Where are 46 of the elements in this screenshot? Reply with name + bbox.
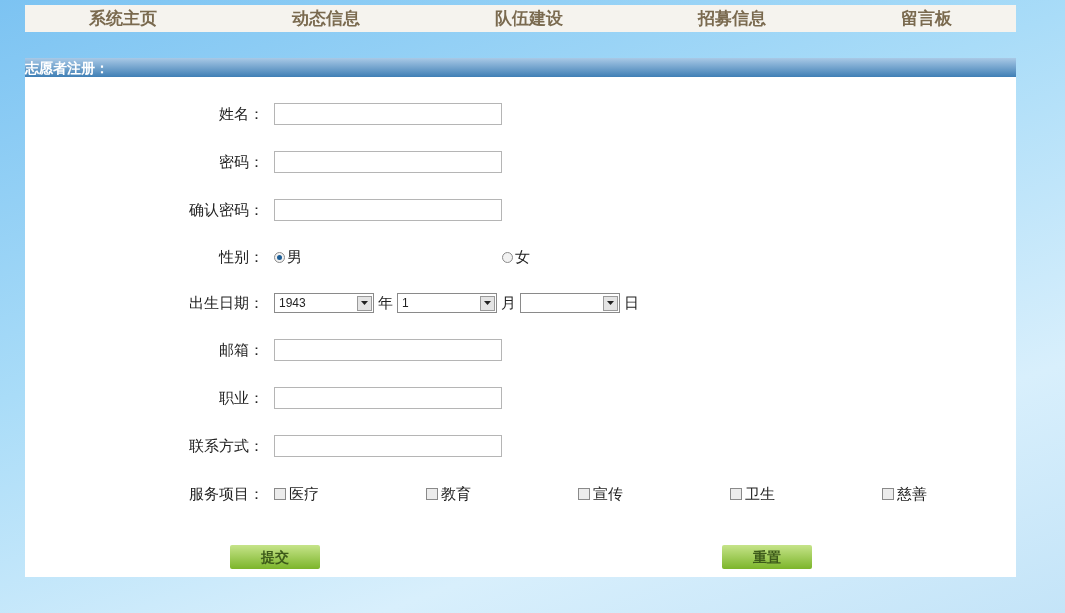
checkbox[interactable] xyxy=(426,488,438,500)
checkbox-label: 医疗 xyxy=(289,483,319,505)
nav-link[interactable]: 系统主页 xyxy=(89,5,157,32)
field-label: 确认密码： xyxy=(188,199,265,221)
form-button[interactable]: 重置 xyxy=(722,545,812,569)
nav-link[interactable]: 留言板 xyxy=(901,5,952,32)
text-field[interactable] xyxy=(274,199,502,221)
text-field[interactable] xyxy=(274,387,502,409)
nav-link[interactable]: 招募信息 xyxy=(698,5,766,32)
select-field[interactable]: 1 xyxy=(397,293,497,313)
section-title: 志愿者注册： xyxy=(25,60,109,75)
field-label: 性别： xyxy=(217,246,265,268)
radio-button[interactable] xyxy=(274,251,285,263)
caret-icon xyxy=(603,295,618,311)
field-label: 出生日期： xyxy=(188,292,265,314)
select-field[interactable] xyxy=(520,293,620,313)
form-button[interactable]: 提交 xyxy=(230,545,320,569)
checkbox-label: 慈善 xyxy=(897,483,927,505)
text-field[interactable] xyxy=(274,103,502,125)
field-label: 联系方式： xyxy=(188,435,265,457)
checkbox-label: 教育 xyxy=(441,483,471,505)
checkbox-label: 宣传 xyxy=(593,483,623,505)
checkbox[interactable] xyxy=(882,488,894,500)
field-label: 密码： xyxy=(218,151,265,173)
checkbox[interactable] xyxy=(578,488,590,500)
caret-icon xyxy=(357,295,372,311)
text-field[interactable] xyxy=(274,339,502,361)
field-label: 姓名： xyxy=(218,103,265,125)
date-unit: 日 xyxy=(624,292,639,314)
date-unit: 年 xyxy=(378,292,393,314)
radio-label: 女 xyxy=(515,246,530,268)
field-label: 服务项目： xyxy=(188,483,265,505)
field-label: 邮箱： xyxy=(218,339,265,361)
text-field[interactable] xyxy=(274,435,502,457)
checkbox[interactable] xyxy=(730,488,742,500)
checkbox-label: 卫生 xyxy=(745,483,775,505)
radio-label: 男 xyxy=(287,246,302,268)
radio-button[interactable] xyxy=(502,251,513,263)
date-unit: 月 xyxy=(501,292,516,314)
nav-link[interactable]: 动态信息 xyxy=(292,5,360,32)
select-field[interactable]: 1943 xyxy=(274,293,374,313)
text-field[interactable] xyxy=(274,151,502,173)
field-label: 职业： xyxy=(218,387,265,409)
caret-icon xyxy=(480,295,495,311)
nav-link[interactable]: 队伍建设 xyxy=(495,5,563,32)
checkbox[interactable] xyxy=(274,488,286,500)
